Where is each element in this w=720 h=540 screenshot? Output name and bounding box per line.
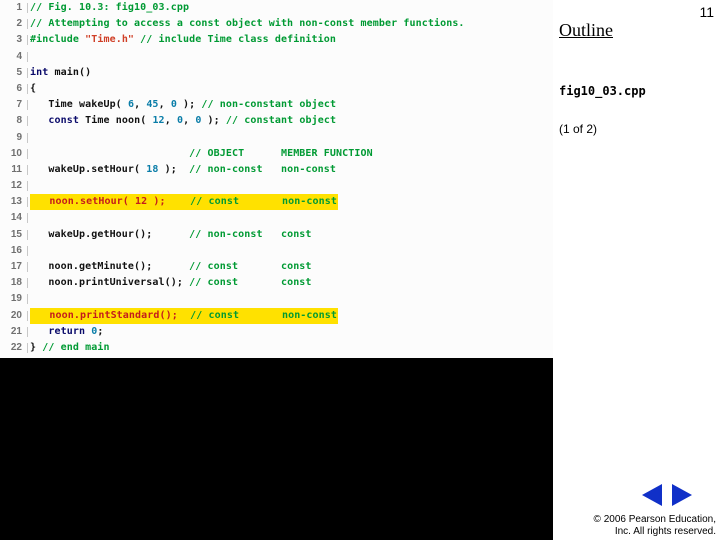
code-content: Time wakeUp( 6, 45, 0 ); // non-constant…	[30, 97, 336, 113]
line-number: 7	[0, 97, 30, 113]
code-line: 16	[0, 243, 553, 259]
line-number: 16	[0, 243, 30, 259]
code-content: // OBJECT MEMBER FUNCTION	[30, 146, 373, 162]
code-line: 6{	[0, 81, 553, 97]
line-number: 5	[0, 65, 30, 81]
code-content: noon.printStandard(); // const non-const	[30, 308, 338, 324]
code-line: 15 wakeUp.getHour(); // non-const const	[0, 227, 553, 243]
code-line: 22} // end main	[0, 340, 553, 356]
code-line: 9	[0, 130, 553, 146]
code-content: return 0;	[30, 324, 103, 340]
code-line: 21 return 0;	[0, 324, 553, 340]
code-content: } // end main	[30, 340, 110, 356]
code-content: wakeUp.setHour( 18 ); // non-const non-c…	[30, 162, 336, 178]
line-number: 9	[0, 130, 30, 146]
code-line: 10 // OBJECT MEMBER FUNCTION	[0, 146, 553, 162]
code-content: {	[30, 81, 36, 97]
copyright-line2: Inc. All rights reserved.	[594, 526, 716, 538]
code-line: 11 wakeUp.setHour( 18 ); // non-const no…	[0, 162, 553, 178]
part-label: (1 of 2)	[559, 122, 597, 136]
prev-button[interactable]	[642, 484, 662, 506]
line-number: 10	[0, 146, 30, 162]
code-panel: 1// Fig. 10.3: fig10_03.cpp2// Attemptin…	[0, 0, 553, 358]
code-line: 20 noon.printStandard(); // const non-co…	[0, 308, 553, 324]
code-line: 18 noon.printUniversal(); // const const	[0, 275, 553, 291]
code-line: 12	[0, 178, 553, 194]
slide-number: 11	[699, 4, 714, 20]
line-number: 15	[0, 227, 30, 243]
code-line: 3#include "Time.h" // include Time class…	[0, 32, 553, 48]
line-number: 8	[0, 113, 30, 129]
highlight: noon.setHour( 12 ); // const non-const	[30, 194, 338, 210]
line-number: 3	[0, 32, 30, 48]
line-number: 12	[0, 178, 30, 194]
line-number: 14	[0, 210, 30, 226]
code-content: int main()	[30, 65, 91, 81]
right-panel: 11 Outline fig10_03.cpp (1 of 2) © 2006 …	[553, 0, 720, 540]
line-number: 19	[0, 291, 30, 307]
file-label: fig10_03.cpp	[559, 84, 646, 98]
line-number: 1	[0, 0, 30, 16]
code-line: 8 const Time noon( 12, 0, 0 ); // consta…	[0, 113, 553, 129]
code-content: // Fig. 10.3: fig10_03.cpp	[30, 0, 189, 16]
line-number: 6	[0, 81, 30, 97]
code-line: 19	[0, 291, 553, 307]
code-line: 1// Fig. 10.3: fig10_03.cpp	[0, 0, 553, 16]
line-number: 13	[0, 194, 30, 210]
code-content: noon.printUniversal(); // const const	[30, 275, 312, 291]
line-number: 21	[0, 324, 30, 340]
code-line: 13 noon.setHour( 12 ); // const non-cons…	[0, 194, 553, 210]
code-line: 4	[0, 49, 553, 65]
code-content: noon.getMinute(); // const const	[30, 259, 312, 275]
code-content: noon.setHour( 12 ); // const non-const	[30, 194, 338, 210]
code-content: wakeUp.getHour(); // non-const const	[30, 227, 312, 243]
line-number: 18	[0, 275, 30, 291]
nav-buttons	[642, 484, 692, 506]
line-number: 11	[0, 162, 30, 178]
code-line: 14	[0, 210, 553, 226]
outline-heading: Outline	[559, 20, 613, 41]
line-number: 17	[0, 259, 30, 275]
line-number: 4	[0, 49, 30, 65]
code-content: // Attempting to access a const object w…	[30, 16, 465, 32]
code-content: #include "Time.h" // include Time class …	[30, 32, 336, 48]
line-number: 22	[0, 340, 30, 356]
slide: 1// Fig. 10.3: fig10_03.cpp2// Attemptin…	[0, 0, 720, 540]
copyright-line1: © 2006 Pearson Education,	[594, 514, 716, 526]
line-number: 20	[0, 308, 30, 324]
code-line: 7 Time wakeUp( 6, 45, 0 ); // non-consta…	[0, 97, 553, 113]
line-number: 2	[0, 16, 30, 32]
code-line: 17 noon.getMinute(); // const const	[0, 259, 553, 275]
code-line: 5int main()	[0, 65, 553, 81]
highlight: noon.printStandard(); // const non-const	[30, 308, 338, 324]
code-content: const Time noon( 12, 0, 0 ); // constant…	[30, 113, 336, 129]
copyright: © 2006 Pearson Education, Inc. All right…	[594, 514, 716, 538]
next-button[interactable]	[672, 484, 692, 506]
code-line: 2// Attempting to access a const object …	[0, 16, 553, 32]
